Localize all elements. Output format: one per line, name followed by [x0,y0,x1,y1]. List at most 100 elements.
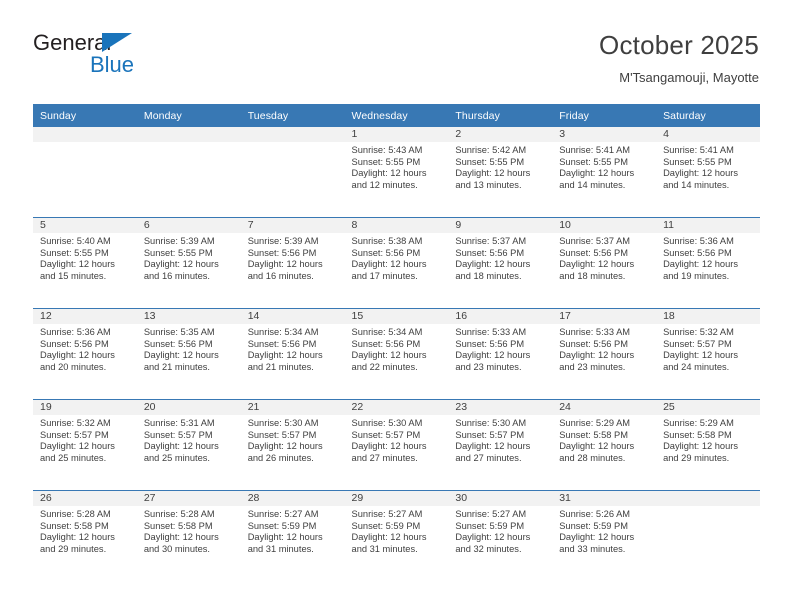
calendar-day-cell[interactable]: 24 Sunrise: 5:29 AM Sunset: 5:58 PM Dayligh… [552,399,657,491]
calendar-day-cell[interactable]: 31 Sunrise: 5:26 AM Sunset: 5:59 PM Dayligh… [552,490,657,581]
sunset-text: Sunset: 5:56 PM [247,247,317,258]
sunrise-text: Sunrise: 5:41 AM [559,145,631,155]
weekday-header-monday: Monday [136,104,241,127]
calendar-day-cell[interactable]: 23 Sunrise: 5:30 AM Sunset: 5:57 PM Dayligh… [448,399,553,491]
calendar-day-cell[interactable] [136,127,241,218]
calendar-day-cell[interactable]: 4 Sunrise: 5:41 AM Sunset: 5:55 PM Daylight… [656,127,760,218]
day-sun-info: Sunrise: 5:29 AM Sunset: 5:58 PM Daylight:… [552,415,656,464]
daylight-text-line2: and 12 minutes. [351,179,418,190]
daylight-text-line1: Daylight: 12 hours [663,168,738,179]
calendar-day-cell[interactable]: 1 Sunrise: 5:43 AM Sunset: 5:55 PM Daylight… [344,127,449,218]
daylight-text-line2: and 25 minutes. [143,452,210,463]
calendar-day-cell[interactable]: 19 Sunrise: 5:32 AM Sunset: 5:57 PM Dayligh… [33,399,137,491]
sunset-text: Sunset: 5:56 PM [559,338,628,349]
day-number: 15 [344,309,449,324]
calendar-day-cell[interactable]: 20 Sunrise: 5:31 AM Sunset: 5:57 PM Dayligh… [136,399,241,491]
calendar-day-cell[interactable]: 16 Sunrise: 5:33 AM Sunset: 5:56 PM Dayligh… [448,308,553,400]
daylight-text-line2: and 20 minutes. [40,361,107,372]
page-subtitle: M'Tsangamouji, Mayotte [619,70,759,85]
calendar-day-cell[interactable]: 22 Sunrise: 5:30 AM Sunset: 5:57 PM Dayligh… [344,399,449,491]
daylight-text-line2: and 26 minutes. [247,452,314,463]
daylight-text-line2: and 19 minutes. [663,270,730,281]
calendar-day-cell[interactable]: 3 Sunrise: 5:41 AM Sunset: 5:55 PM Daylight… [552,127,657,218]
daylight-text-line1: Daylight: 12 hours [40,350,115,361]
day-number: 29 [344,491,449,506]
calendar-day-cell[interactable]: 10 Sunrise: 5:37 AM Sunset: 5:56 PM Dayligh… [552,217,657,309]
sunset-text: Sunset: 5:58 PM [559,429,628,440]
calendar-day-cell[interactable] [656,490,760,581]
day-sun-info: Sunrise: 5:29 AM Sunset: 5:58 PM Daylight:… [656,415,760,464]
daylight-text-line1: Daylight: 12 hours [143,350,219,361]
day-number: 9 [448,218,553,233]
sunrise-text: Sunrise: 5:34 AM [351,327,423,337]
calendar-day-cell[interactable]: 8 Sunrise: 5:38 AM Sunset: 5:56 PM Daylight… [344,217,449,309]
daylight-text-line1: Daylight: 12 hours [247,259,323,270]
sunset-text: Sunset: 5:57 PM [247,429,317,440]
daylight-text-line1: Daylight: 12 hours [663,441,738,452]
calendar-day-cell[interactable]: 25 Sunrise: 5:29 AM Sunset: 5:58 PM Dayligh… [656,399,760,491]
day-number: 16 [448,309,553,324]
calendar-day-cell[interactable]: 18 Sunrise: 5:32 AM Sunset: 5:57 PM Dayligh… [656,308,760,400]
page-header: General Blue October 2025 M'Tsangamouji,… [0,0,792,85]
calendar-day-cell[interactable]: 11 Sunrise: 5:36 AM Sunset: 5:56 PM Dayligh… [656,217,760,309]
calendar-day-cell[interactable] [240,127,345,218]
sunrise-text: Sunrise: 5:37 AM [559,236,631,246]
calendar-day-cell[interactable]: 30 Sunrise: 5:27 AM Sunset: 5:59 PM Dayligh… [448,490,553,581]
sunset-text: Sunset: 5:56 PM [40,338,109,349]
calendar-day-cell[interactable] [33,127,137,218]
daylight-text-line1: Daylight: 12 hours [455,441,531,452]
daylight-text-line1: Daylight: 12 hours [247,441,323,452]
calendar-day-cell[interactable]: 6 Sunrise: 5:39 AM Sunset: 5:55 PM Daylight… [136,217,241,309]
day-sun-info: Sunrise: 5:39 AM Sunset: 5:55 PM Daylight:… [137,233,241,282]
daylight-text-line2: and 13 minutes. [455,179,522,190]
logo-blue-label: Blue [90,52,135,77]
daylight-text-line2: and 23 minutes. [455,361,522,372]
calendar-header-row: Sunday Monday Tuesday Wednesday Thursday… [33,104,760,127]
calendar-day-cell[interactable]: 7 Sunrise: 5:39 AM Sunset: 5:56 PM Daylight… [240,217,345,309]
calendar-day-cell[interactable]: 17 Sunrise: 5:33 AM Sunset: 5:56 PM Dayligh… [552,308,657,400]
day-number: 26 [33,491,137,506]
daylight-text-line1: Daylight: 12 hours [559,168,635,179]
calendar-day-cell[interactable]: 27 Sunrise: 5:28 AM Sunset: 5:58 PM Dayligh… [136,490,241,581]
day-sun-info: Sunrise: 5:30 AM Sunset: 5:57 PM Daylight:… [241,415,345,464]
calendar-day-cell[interactable]: 15 Sunrise: 5:34 AM Sunset: 5:56 PM Dayligh… [344,308,449,400]
day-sun-info: Sunrise: 5:33 AM Sunset: 5:56 PM Daylight:… [448,324,552,373]
sunrise-text: Sunrise: 5:27 AM [351,509,423,519]
calendar-day-cell[interactable]: 29 Sunrise: 5:27 AM Sunset: 5:59 PM Dayligh… [344,490,449,581]
day-sun-info: Sunrise: 5:43 AM Sunset: 5:55 PM Daylight:… [345,142,449,191]
daylight-text-line1: Daylight: 12 hours [559,350,635,361]
sunset-text: Sunset: 5:55 PM [559,156,628,167]
sunrise-text: Sunrise: 5:31 AM [143,418,215,428]
sunrise-text: Sunrise: 5:30 AM [455,418,527,428]
daylight-text-line1: Daylight: 12 hours [351,168,427,179]
sunset-text: Sunset: 5:55 PM [40,247,109,258]
day-number: 14 [240,309,345,324]
calendar-day-cell[interactable]: 14 Sunrise: 5:34 AM Sunset: 5:56 PM Dayligh… [240,308,345,400]
daylight-text-line1: Daylight: 12 hours [351,350,427,361]
day-sun-info: Sunrise: 5:30 AM Sunset: 5:57 PM Daylight:… [345,415,449,464]
day-sun-info: Sunrise: 5:32 AM Sunset: 5:57 PM Daylight:… [656,324,760,373]
calendar-day-cell[interactable]: 9 Sunrise: 5:37 AM Sunset: 5:56 PM Daylight… [448,217,553,309]
day-sun-info: Sunrise: 5:36 AM Sunset: 5:56 PM Daylight:… [33,324,137,373]
calendar-day-cell[interactable]: 2 Sunrise: 5:42 AM Sunset: 5:55 PM Daylight… [448,127,553,218]
sunrise-text: Sunrise: 5:32 AM [40,418,111,428]
calendar-week-row: 1 Sunrise: 5:43 AM Sunset: 5:55 PM Daylight… [33,127,760,218]
calendar-day-cell[interactable]: 13 Sunrise: 5:35 AM Sunset: 5:56 PM Dayligh… [136,308,241,400]
sunset-text: Sunset: 5:55 PM [663,156,732,167]
sunrise-text: Sunrise: 5:35 AM [143,327,215,337]
calendar-day-cell[interactable]: 28 Sunrise: 5:27 AM Sunset: 5:59 PM Dayligh… [240,490,345,581]
calendar-day-cell[interactable]: 21 Sunrise: 5:30 AM Sunset: 5:57 PM Dayligh… [240,399,345,491]
sunrise-text: Sunrise: 5:40 AM [40,236,111,246]
calendar-day-cell[interactable]: 12 Sunrise: 5:36 AM Sunset: 5:56 PM Dayligh… [33,308,137,400]
calendar-day-cell[interactable]: 5 Sunrise: 5:40 AM Sunset: 5:55 PM Daylight… [33,217,137,309]
sunset-text: Sunset: 5:57 PM [143,429,213,440]
sunrise-text: Sunrise: 5:28 AM [143,509,215,519]
day-number: 27 [136,491,241,506]
day-number: 5 [33,218,137,233]
day-sun-info: Sunrise: 5:41 AM Sunset: 5:55 PM Daylight:… [656,142,760,191]
calendar-day-cell[interactable]: 26 Sunrise: 5:28 AM Sunset: 5:58 PM Dayligh… [33,490,137,581]
day-number: 11 [656,218,760,233]
day-number: 10 [552,218,657,233]
daylight-text-line2: and 23 minutes. [559,361,626,372]
sunset-text: Sunset: 5:55 PM [351,156,421,167]
